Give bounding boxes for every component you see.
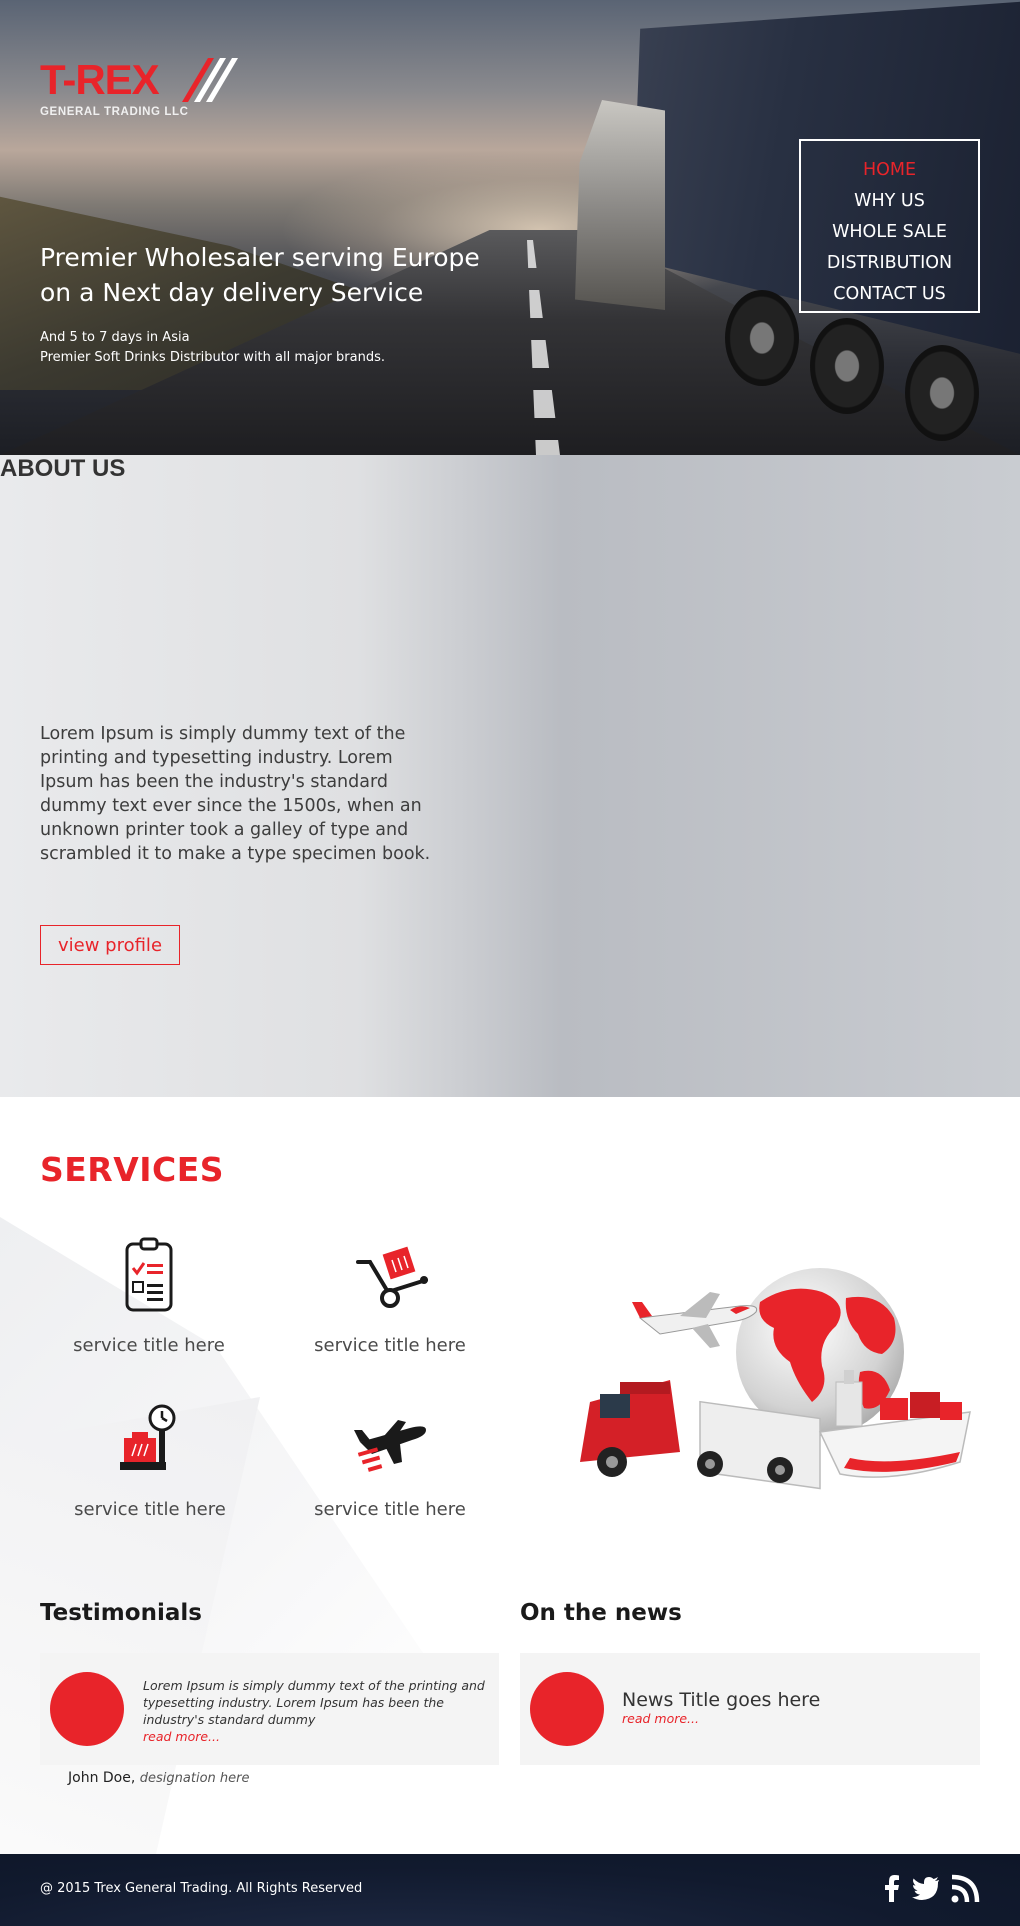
news-thumbnail bbox=[530, 1672, 604, 1746]
testimonials-heading: Testimonials bbox=[40, 1600, 202, 1626]
hero-subtitle: And 5 to 7 days in Asia Premier Soft Dri… bbox=[40, 328, 520, 368]
avatar bbox=[50, 1672, 124, 1746]
truck-wheel bbox=[725, 290, 799, 386]
logo-subtitle: GENERAL TRADING LLC bbox=[40, 106, 189, 118]
service-item[interactable]: service title here bbox=[49, 1236, 249, 1356]
hero-subtitle-line: And 5 to 7 days in Asia bbox=[40, 330, 190, 345]
testimonial-quote-text: Lorem Ipsum is simply dummy text of the … bbox=[143, 1678, 485, 1727]
airplane-icon bbox=[354, 1420, 426, 1472]
service-title: service title here bbox=[314, 1499, 466, 1520]
hero-title-line: Premier Wholesaler serving Europe bbox=[40, 243, 480, 272]
service-title: service title here bbox=[73, 1335, 225, 1356]
news-card[interactable]: News Title goes here read more... bbox=[520, 1653, 980, 1765]
hero-subtitle-line: Premier Soft Drinks Distributor with all… bbox=[40, 350, 385, 365]
twitter-icon[interactable] bbox=[911, 1874, 941, 1904]
weighing-scale-icon bbox=[120, 1404, 176, 1470]
truck-cab bbox=[575, 100, 665, 310]
rss-icon[interactable] bbox=[950, 1874, 980, 1904]
news-title: News Title goes here read more... bbox=[622, 1689, 820, 1726]
nav-item-home[interactable]: HOME bbox=[801, 155, 978, 186]
main-nav: HOME WHY US WHOLE SALE DISTRIBUTION CONT… bbox=[799, 139, 980, 313]
logistics-illustration bbox=[580, 1268, 971, 1490]
truck-wheel bbox=[810, 318, 884, 414]
copyright-text: @ 2015 Trex General Trading. All Rights … bbox=[40, 1881, 363, 1896]
footer: @ 2015 Trex General Trading. All Rights … bbox=[0, 1854, 1020, 1926]
services-heading: SERVICES bbox=[40, 1150, 225, 1189]
testimonial-card: Lorem Ipsum is simply dummy text of the … bbox=[40, 1653, 499, 1765]
testimonial-quote: Lorem Ipsum is simply dummy text of the … bbox=[143, 1677, 493, 1745]
hero-title: Premier Wholesaler serving Europe on a N… bbox=[40, 240, 510, 310]
news-title-text: News Title goes here bbox=[622, 1689, 821, 1711]
facebook-icon[interactable] bbox=[877, 1874, 907, 1904]
nav-item-whole-sale[interactable]: WHOLE SALE bbox=[801, 217, 978, 248]
author-name: John Doe, bbox=[68, 1770, 136, 1786]
nav-item-contact-us[interactable]: CONTACT US bbox=[801, 279, 978, 310]
service-item[interactable]: service title here bbox=[50, 1400, 250, 1520]
hand-truck-icon bbox=[356, 1246, 428, 1308]
hero-title-line: on a Next day delivery Service bbox=[40, 278, 424, 307]
news-read-more-link[interactable]: read more... bbox=[622, 1711, 820, 1726]
service-title: service title here bbox=[314, 1335, 466, 1356]
author-designation: designation here bbox=[139, 1771, 250, 1786]
about-heading: ABOUT US bbox=[0, 455, 126, 482]
testimonial-author: John Doe, designation here bbox=[68, 1770, 249, 1786]
logo-slashes-icon bbox=[182, 58, 238, 102]
view-profile-button[interactable]: view profile bbox=[40, 925, 180, 965]
testimonial-read-more-link[interactable]: read more... bbox=[143, 1728, 493, 1745]
service-item[interactable]: service title here bbox=[290, 1400, 490, 1520]
news-heading: On the news bbox=[520, 1600, 682, 1626]
clipboard-checklist-icon bbox=[125, 1237, 173, 1312]
service-item[interactable]: service title here bbox=[290, 1236, 490, 1356]
service-title: service title here bbox=[74, 1499, 226, 1520]
nav-item-why-us[interactable]: WHY US bbox=[801, 186, 978, 217]
logo[interactable]: T-REX GENERAL TRADING LLC bbox=[40, 58, 238, 128]
nav-item-distribution[interactable]: DISTRIBUTION bbox=[801, 248, 978, 279]
truck-wheel bbox=[905, 345, 979, 441]
about-text: Lorem Ipsum is simply dummy text of the … bbox=[40, 724, 431, 864]
